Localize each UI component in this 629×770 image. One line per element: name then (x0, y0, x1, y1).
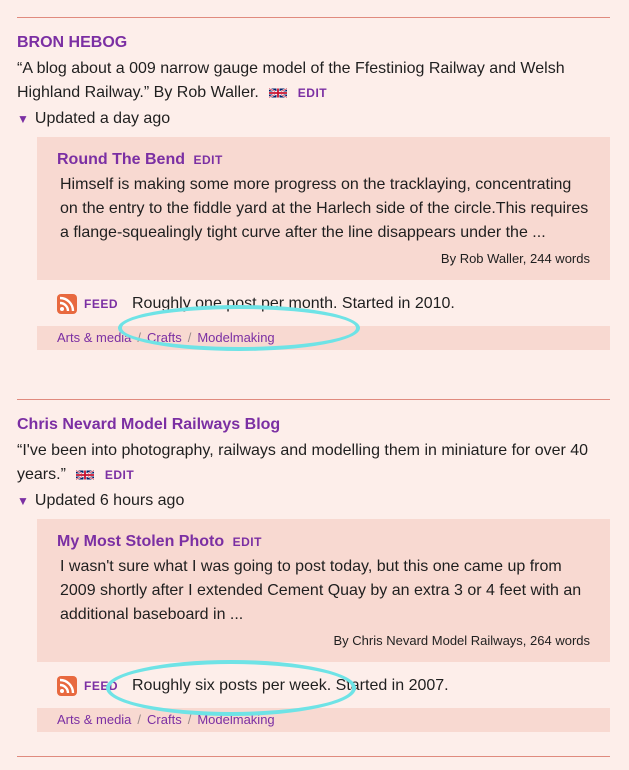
updated-text: Updated a day ago (34, 110, 171, 127)
updated-text: Updated 6 hours ago (34, 492, 185, 509)
category-link[interactable]: Crafts (147, 712, 182, 727)
blog-entry: BRON HEBOG “A blog about a 009 narrow ga… (17, 33, 610, 350)
category-breadcrumb: Arts & media / Crafts / Modelmaking (37, 708, 610, 732)
divider (17, 17, 610, 18)
edit-post-link[interactable]: EDIT (233, 535, 262, 549)
updated-toggle[interactable]: ▼ Updated 6 hours ago (17, 489, 610, 513)
divider (17, 756, 610, 757)
blog-description: “I've been into photography, railways an… (17, 439, 610, 489)
edit-post-link[interactable]: EDIT (193, 153, 222, 167)
post-byline: By Chris Nevard Model Railways, 264 word… (333, 633, 590, 648)
uk-flag-icon (269, 83, 288, 107)
category-link[interactable]: Arts & media (57, 712, 131, 727)
divider (17, 399, 610, 400)
latest-post-card: My Most Stolen Photo EDIT I wasn't sure … (37, 519, 610, 662)
feed-link[interactable]: FEED (84, 297, 118, 311)
rss-feed-icon[interactable] (57, 676, 77, 696)
separator: / (137, 712, 142, 727)
post-title-link[interactable]: Round The Bend (57, 151, 185, 168)
rss-feed-icon[interactable] (57, 294, 77, 314)
post-byline: By Rob Waller, 244 words (440, 251, 590, 266)
disclosure-triangle-icon: ▼ (17, 112, 29, 126)
latest-post-card: Round The Bend EDIT Himself is making so… (37, 137, 610, 280)
blog-description: “A blog about a 009 narrow gauge model o… (17, 57, 610, 107)
edit-blog-link[interactable]: EDIT (105, 468, 134, 482)
updated-toggle[interactable]: ▼ Updated a day ago (17, 107, 610, 131)
post-excerpt: I wasn't sure what I was going to post t… (60, 558, 582, 623)
disclosure-triangle-icon: ▼ (17, 494, 29, 508)
description-text: “A blog about a 009 narrow gauge model o… (17, 60, 565, 101)
blog-title-link[interactable]: BRON HEBOG (17, 33, 127, 53)
description-text: “I've been into photography, railways an… (17, 442, 589, 483)
highlight-oval (118, 305, 360, 351)
edit-blog-link[interactable]: EDIT (298, 86, 327, 100)
post-excerpt: Himself is making some more progress on … (60, 176, 589, 241)
uk-flag-icon (76, 465, 95, 489)
highlight-oval (106, 660, 356, 716)
blog-title-link[interactable]: Chris Nevard Model Railways Blog (17, 415, 280, 435)
post-title-link[interactable]: My Most Stolen Photo (57, 533, 224, 550)
